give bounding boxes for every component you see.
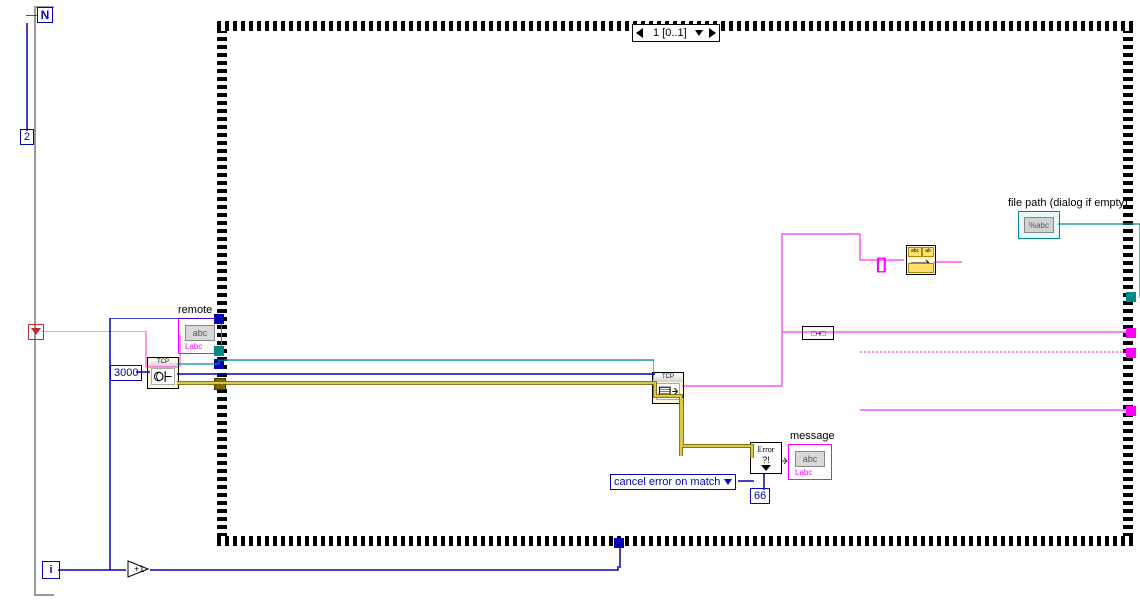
loop-count-constant[interactable]: 2 — [20, 129, 34, 145]
svg-text:+1: +1 — [134, 564, 144, 574]
case-selector-text: 1 [0..1] — [647, 27, 693, 39]
case-diagram-area — [227, 31, 1123, 536]
tcp-read-glyph — [656, 383, 680, 400]
port-constant[interactable]: 3000 — [110, 365, 142, 381]
message-indicator[interactable]: abc Labc — [788, 444, 832, 480]
file-path-label: file path (dialog if empty) — [1008, 197, 1128, 209]
case-tunnel-pink-r3[interactable] — [1126, 406, 1136, 416]
tcp-listen-subvi[interactable]: TCP — [147, 357, 179, 389]
iteration-terminal[interactable]: i — [42, 561, 60, 579]
error-filter-dropdown-icon[interactable] — [761, 465, 771, 471]
for-loop-bottom-border — [34, 594, 54, 596]
case-tunnel-bottom[interactable] — [614, 538, 624, 548]
message-label: message — [790, 430, 835, 442]
case-next-icon[interactable] — [705, 26, 719, 40]
case-prev-icon[interactable] — [633, 26, 647, 40]
error-action-ring[interactable]: cancel error on match — [610, 474, 736, 490]
ring-dropdown-icon[interactable] — [724, 476, 732, 488]
case-tunnel-pink-r1[interactable] — [1126, 328, 1136, 338]
error-filter-node[interactable]: Error ?! — [750, 442, 782, 474]
case-tunnel-pink-r2[interactable] — [1126, 348, 1136, 358]
error-code-constant[interactable]: 66 — [750, 488, 770, 504]
pink-bracket: [] — [876, 256, 887, 274]
match-pattern-node[interactable]: abcab — [906, 245, 936, 275]
n-letter: N — [41, 8, 50, 22]
tcp-read-subvi[interactable]: TCP — [652, 372, 684, 404]
case-selector-dropdown-icon[interactable] — [693, 26, 705, 40]
tcp-listen-glyph — [151, 368, 175, 385]
remote-label: remote — [178, 304, 212, 316]
file-path-indicator[interactable]: %abc — [1018, 211, 1060, 239]
error-filter-qex: ?! — [753, 455, 779, 465]
case-tunnel-blue-1[interactable] — [214, 314, 224, 324]
error-filter-text: Error — [753, 445, 779, 454]
increment-node[interactable]: +1 — [127, 560, 149, 578]
string-concat-node[interactable]: □·+□ — [802, 326, 834, 340]
case-structure[interactable] — [217, 21, 1133, 546]
shift-register-left[interactable] — [28, 324, 44, 340]
case-tunnel-error-1[interactable] — [214, 378, 226, 390]
case-tunnel-teal-r1[interactable] — [1126, 292, 1136, 302]
case-selector-input[interactable] — [214, 359, 224, 369]
ring-label: cancel error on match — [614, 476, 720, 488]
case-tunnel-teal-1[interactable] — [214, 346, 224, 356]
case-selector[interactable]: 1 [0..1] — [632, 24, 720, 42]
tcp-read-banner: TCP — [654, 374, 682, 382]
for-loop-left-border — [34, 6, 36, 596]
concat-glyph: □·+□ — [812, 329, 825, 338]
tcp-listen-banner: TCP — [149, 359, 177, 367]
loop-count-terminal[interactable]: N — [37, 7, 53, 23]
